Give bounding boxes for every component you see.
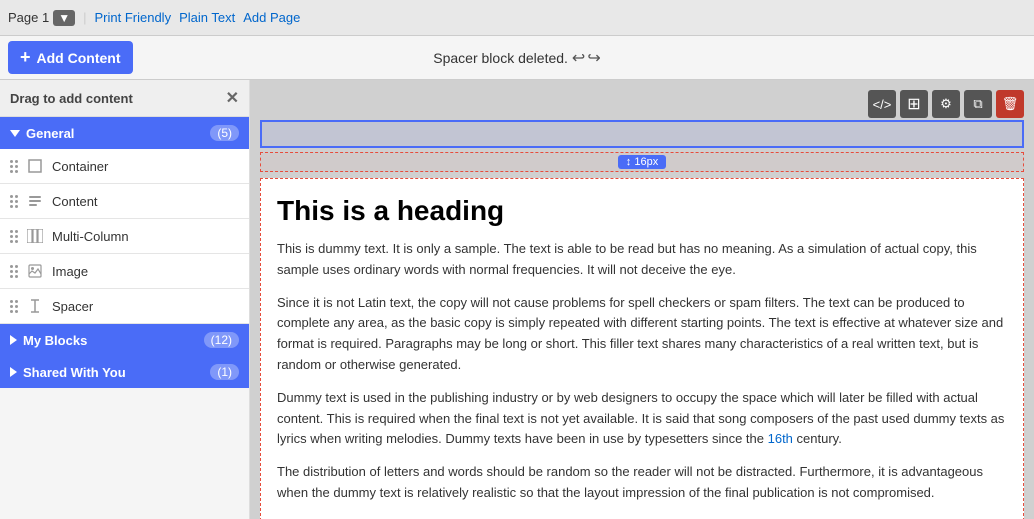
- multicolumn-icon: [26, 227, 44, 245]
- copy-icon: ⧉: [973, 96, 982, 112]
- shared-count: (1): [210, 364, 239, 380]
- sidebar-item-content[interactable]: Content: [0, 184, 249, 219]
- expand-icon: [10, 367, 17, 377]
- grid-icon: ⊞: [907, 94, 920, 114]
- content-icon: [26, 192, 44, 210]
- top-bar: Page 1 ▼ | Print Friendly Plain Text Add…: [0, 0, 1034, 36]
- general-count: (5): [210, 125, 239, 141]
- print-friendly-link[interactable]: Print Friendly: [94, 10, 171, 25]
- drag-handle: [10, 300, 18, 313]
- trash-icon: 🗑: [1002, 96, 1019, 112]
- trash-button[interactable]: 🗑: [996, 90, 1024, 118]
- shared-section[interactable]: Shared With You (1): [0, 356, 249, 388]
- content-para-3: Dummy text is used in the publishing ind…: [277, 388, 1007, 450]
- undo-redo-controls: ↩ ↪: [572, 48, 601, 68]
- my-blocks-section[interactable]: My Blocks (12): [0, 324, 249, 356]
- redo-button[interactable]: ↪: [587, 48, 600, 68]
- add-content-label: Add Content: [37, 50, 121, 66]
- multicolumn-label: Multi-Column: [52, 229, 129, 244]
- copy-button[interactable]: ⧉: [964, 90, 992, 118]
- sidebar-item-image[interactable]: Image: [0, 254, 249, 289]
- drag-handle: [10, 265, 18, 278]
- general-label: General: [26, 126, 74, 141]
- sidebar-header: Drag to add content ✕: [0, 80, 249, 117]
- container-icon: [26, 157, 44, 175]
- sidebar-item-container[interactable]: Container: [0, 149, 249, 184]
- image-icon: [26, 262, 44, 280]
- expand-icon: [10, 335, 17, 345]
- drag-label: Drag to add content: [10, 91, 133, 106]
- status-message: Spacer block deleted. ↩ ↪: [433, 48, 600, 68]
- main-layout: Drag to add content ✕ General (5) Contai…: [0, 80, 1034, 519]
- undo-button[interactable]: ↩: [572, 48, 585, 68]
- content-heading: This is a heading: [277, 195, 1007, 227]
- gear-icon: ⚙: [940, 96, 952, 112]
- spacer-px-label: ↕ 16px: [618, 155, 666, 169]
- drag-handle: [10, 230, 18, 243]
- code-button[interactable]: </>: [868, 90, 896, 118]
- page-indicator: Page 1 ▼: [8, 10, 75, 26]
- content-block: This is a heading This is dummy text. It…: [260, 178, 1024, 519]
- my-blocks-label: My Blocks: [23, 333, 87, 348]
- container-label: Container: [52, 159, 108, 174]
- code-icon: </>: [873, 97, 892, 112]
- collapse-icon: [10, 130, 20, 137]
- spacer-indicator: ↕ 16px: [260, 152, 1024, 172]
- sidebar-item-spacer[interactable]: Spacer: [0, 289, 249, 324]
- page-label: Page 1: [8, 10, 49, 25]
- gear-button[interactable]: ⚙: [932, 90, 960, 118]
- sidebar-close-button[interactable]: ✕: [226, 88, 239, 108]
- highlight-16th: 16th: [768, 431, 793, 446]
- content-para-1: This is dummy text. It is only a sample.…: [277, 239, 1007, 281]
- drag-handle: [10, 195, 18, 208]
- plus-icon: +: [20, 47, 31, 68]
- page-dropdown[interactable]: ▼: [53, 10, 75, 26]
- my-blocks-count: (12): [204, 332, 239, 348]
- image-label: Image: [52, 264, 88, 279]
- spacer-icon: [26, 297, 44, 315]
- content-label: Content: [52, 194, 98, 209]
- content-para-4: The distribution of letters and words sh…: [277, 462, 1007, 504]
- spacer-label: Spacer: [52, 299, 93, 314]
- general-section-header[interactable]: General (5): [0, 117, 249, 149]
- grid-button[interactable]: ⊞: [900, 90, 928, 118]
- second-bar: + Add Content Spacer block deleted. ↩ ↪: [0, 36, 1034, 80]
- content-para-2: Since it is not Latin text, the copy wil…: [277, 293, 1007, 376]
- spacer-block-selected[interactable]: [260, 120, 1024, 148]
- add-page-link[interactable]: Add Page: [243, 10, 300, 25]
- shared-label: Shared With You: [23, 365, 126, 380]
- drag-handle: [10, 160, 18, 173]
- plain-text-link[interactable]: Plain Text: [179, 10, 235, 25]
- sidebar-item-multicolumn[interactable]: Multi-Column: [0, 219, 249, 254]
- block-toolbar: </> ⊞ ⚙ ⧉ 🗑: [260, 90, 1024, 118]
- content-area: </> ⊞ ⚙ ⧉ 🗑 ↕ 16px This is a heading Thi…: [250, 80, 1034, 519]
- add-content-button[interactable]: + Add Content: [8, 41, 133, 74]
- sidebar: Drag to add content ✕ General (5) Contai…: [0, 80, 250, 519]
